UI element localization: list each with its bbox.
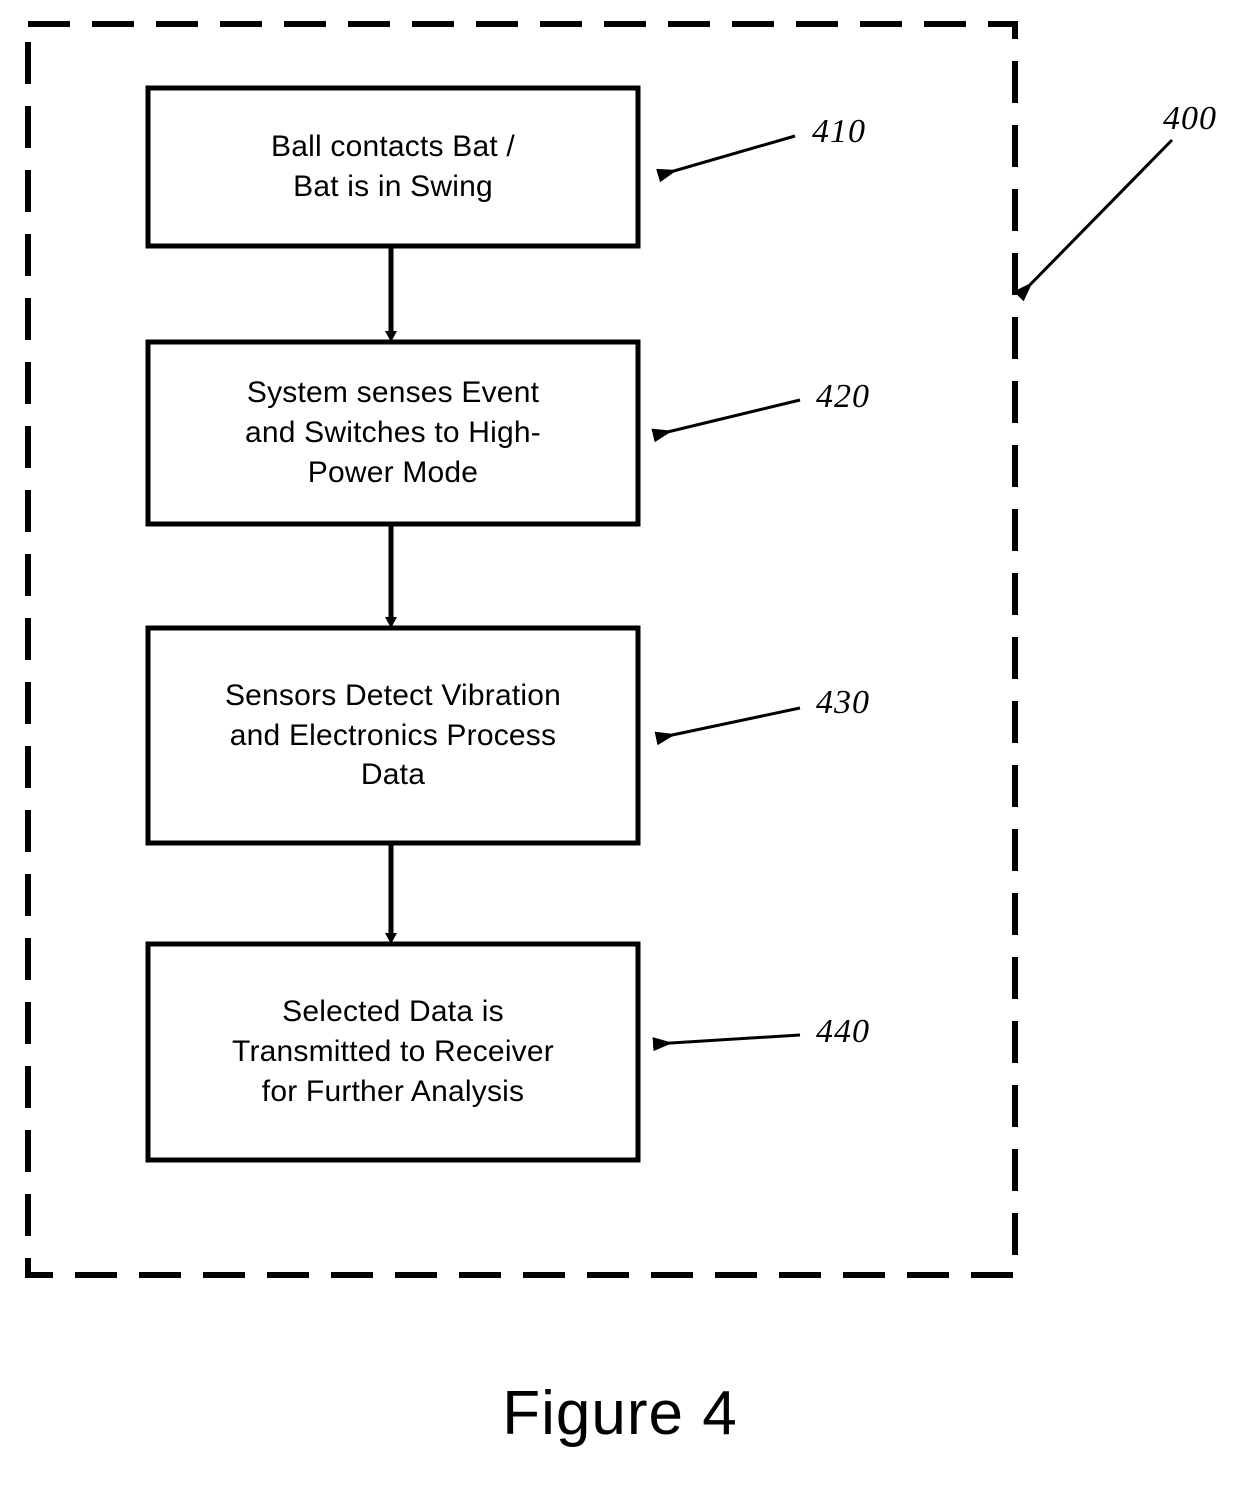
process-box-440[interactable]: [145, 941, 641, 1163]
leader-line-420: [651, 398, 801, 443]
reference-numeral-440: 440: [816, 1013, 870, 1050]
reference-numeral-430: 430: [816, 684, 870, 721]
process-box-430[interactable]: [145, 625, 641, 846]
leader-line-430: [654, 706, 801, 746]
reference-numeral-400: 400: [1163, 100, 1217, 137]
leader-line-440: [652, 1033, 801, 1052]
process-box-410[interactable]: [145, 85, 641, 249]
reference-numeral-410: 410: [812, 113, 866, 150]
reference-numeral-420: 420: [816, 378, 870, 415]
process-box-420[interactable]: [145, 339, 641, 527]
patent-figure: Ball contacts Bat / Bat is in Swing Syst…: [0, 0, 1240, 1492]
leader-line-400: [1013, 138, 1174, 302]
leader-line-410: [656, 134, 796, 183]
figure-caption: Figure 4: [502, 1379, 738, 1448]
figure-linework: [25, 21, 1174, 1278]
